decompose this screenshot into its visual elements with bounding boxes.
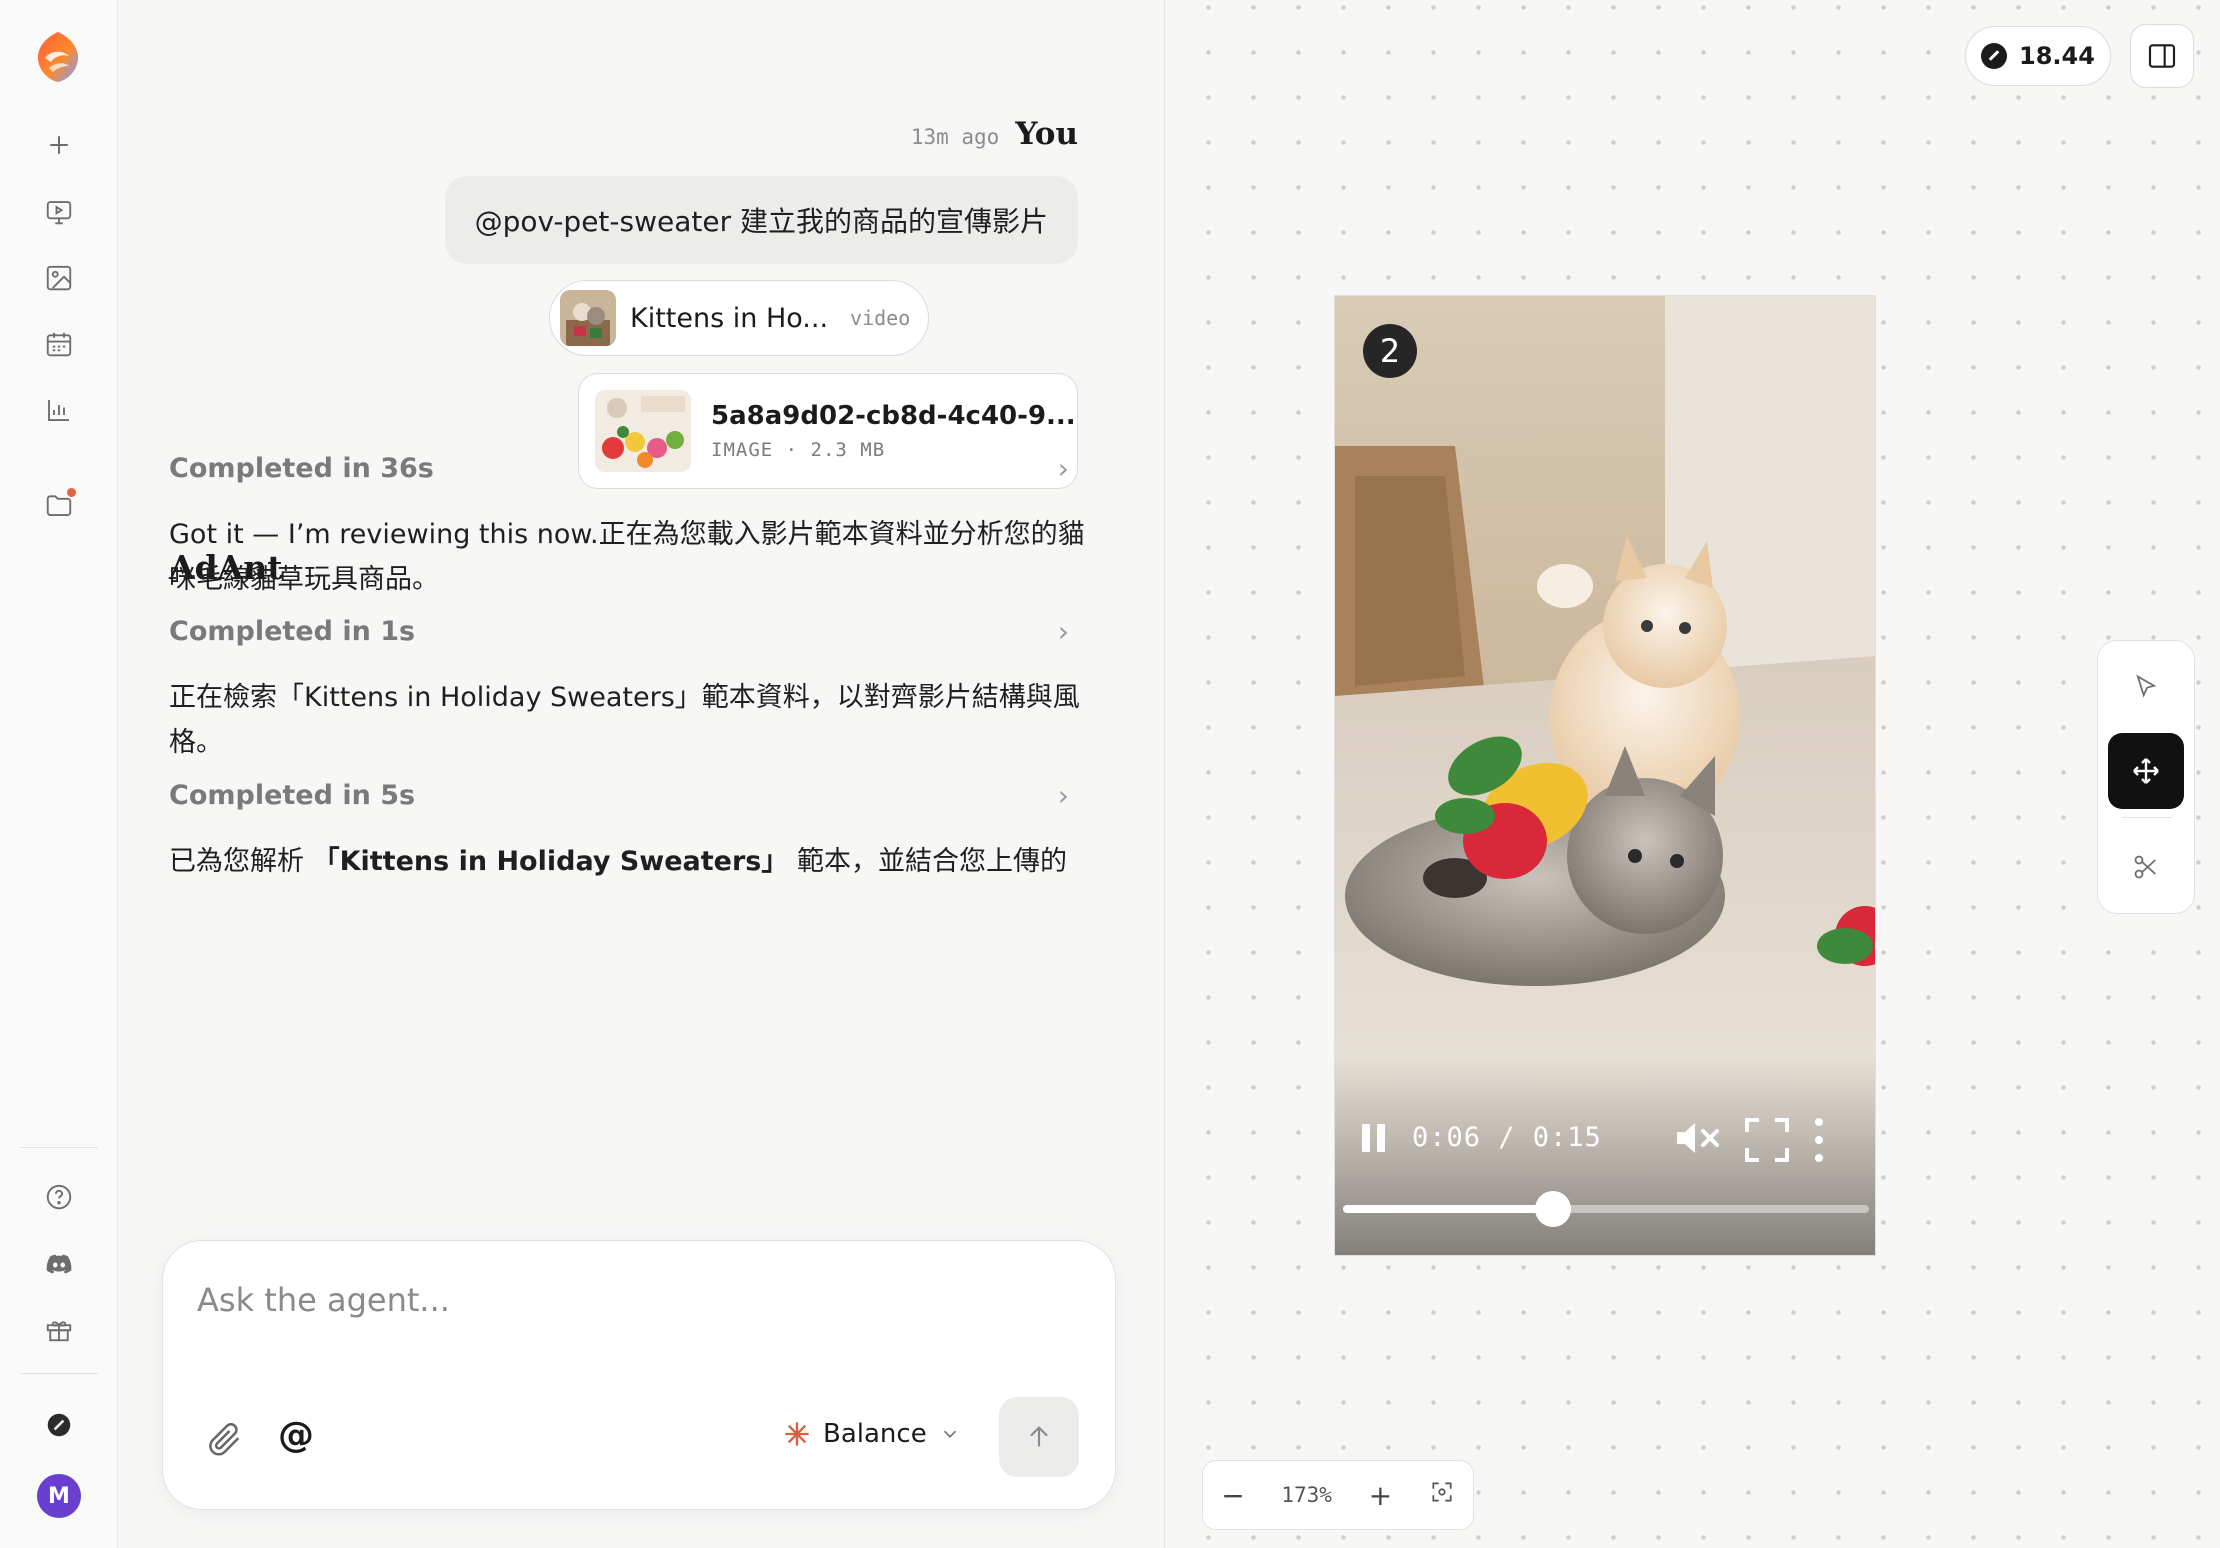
select-tool[interactable] — [2108, 649, 2184, 725]
agent-message-1: Got it — I’m reviewing this now.正在為您載入影片… — [169, 519, 1085, 595]
pause-button[interactable] — [1362, 1124, 1388, 1152]
agent-message-3: 已為您解析 「Kittens in Holiday Sweaters」 範本，並… — [169, 839, 1089, 884]
panel-toggle-button[interactable] — [2130, 24, 2194, 88]
chevron-right-icon: › — [1057, 779, 1069, 812]
paperclip-icon[interactable] — [205, 1419, 245, 1459]
cursor-icon — [2136, 674, 2157, 698]
mute-icon[interactable] — [1675, 1118, 1721, 1158]
user-avatar[interactable]: M — [37, 1474, 81, 1518]
mode-selector[interactable]: Balance — [783, 1419, 961, 1449]
video-player[interactable]: 2 0:06 / 0:15 — [1334, 295, 1876, 1256]
sidebar-panel-icon — [2148, 44, 2176, 68]
image-icon[interactable] — [40, 259, 78, 297]
mention-button[interactable]: @ — [278, 1415, 314, 1456]
folder-icon[interactable] — [40, 486, 78, 524]
toolbar-divider — [2122, 817, 2172, 818]
video-time: 0:06 / 0:15 — [1412, 1122, 1602, 1153]
chat-panel: 13m ago You @pov-pet-sweater 建立我的商品的宣傳影片… — [119, 0, 1165, 1548]
divider — [20, 1147, 98, 1148]
fullscreen-icon[interactable] — [1745, 1118, 1789, 1162]
chevron-right-icon: › — [1057, 452, 1069, 485]
composer[interactable]: Ask the agent... @ Balance — [162, 1240, 1116, 1510]
fit-to-screen-icon[interactable] — [1429, 1479, 1455, 1511]
attachment-title: Kittens in Ho... — [630, 302, 829, 334]
zoom-level: 173% — [1281, 1483, 1332, 1507]
cut-tool[interactable] — [2108, 829, 2184, 905]
sidebar: M — [0, 0, 118, 1548]
message-text: 已為您解析 — [169, 846, 313, 877]
scene-number-badge: 2 — [1363, 324, 1417, 378]
notification-dot — [67, 488, 76, 497]
video-studio-icon[interactable] — [40, 193, 78, 231]
message-text: 範本，並結合您上傳的 — [788, 846, 1067, 877]
user-message-header: 13m ago You — [911, 116, 1078, 152]
zoom-out-button[interactable]: − — [1221, 1479, 1244, 1512]
more-options-icon[interactable] — [1813, 1118, 1825, 1162]
zoom-control: − 173% + — [1202, 1460, 1474, 1530]
help-icon[interactable] — [40, 1178, 78, 1216]
zoom-in-button[interactable]: + — [1369, 1479, 1392, 1512]
analytics-icon[interactable] — [40, 391, 78, 429]
move-tool[interactable] — [2108, 733, 2184, 809]
sparkle-icon — [785, 1422, 809, 1446]
message-author: You — [1015, 116, 1078, 152]
step-label: Completed in 5s — [169, 780, 416, 811]
step-toggle-2[interactable]: Completed in 1s › — [169, 615, 1069, 648]
video-thumbnail — [560, 290, 616, 346]
scissors-icon — [2134, 855, 2156, 879]
user-message-bubble: @pov-pet-sweater 建立我的商品的宣傳影片 — [444, 176, 1078, 264]
template-name: 「Kittens in Holiday Sweaters」 — [312, 846, 789, 877]
new-icon[interactable] — [40, 126, 78, 164]
chevron-right-icon: › — [1057, 615, 1069, 648]
progress-fill — [1343, 1205, 1554, 1213]
chevron-down-icon — [943, 1430, 956, 1438]
step-label: Completed in 36s — [169, 453, 434, 484]
credits-icon[interactable] — [40, 1406, 78, 1444]
discord-icon[interactable] — [40, 1244, 78, 1282]
attachment-kind: video — [850, 306, 911, 330]
mode-label: Balance — [823, 1419, 927, 1449]
step-toggle-3[interactable]: Completed in 5s › — [169, 779, 1069, 812]
arrow-up-icon — [1030, 1426, 1048, 1447]
divider — [20, 1373, 98, 1374]
step-toggle-1[interactable]: Completed in 36s › — [169, 452, 1069, 485]
gift-icon[interactable] — [40, 1310, 78, 1348]
agent-message-2: 正在檢索「Kittens in Holiday Sweaters」範本資料，以對… — [169, 682, 1080, 758]
composer-input[interactable]: Ask the agent... — [197, 1281, 450, 1319]
send-button[interactable] — [999, 1397, 1079, 1477]
step-label: Completed in 1s — [169, 616, 416, 647]
calendar-icon[interactable] — [40, 325, 78, 363]
video-progress-slider[interactable] — [1343, 1191, 1869, 1227]
canvas-toolbar — [2097, 640, 2195, 914]
file-name: 5a8a9d02-cb8d-4c40-9... — [711, 401, 1076, 431]
app-logo[interactable] — [29, 28, 87, 86]
attachment-video-chip[interactable]: Kittens in Ho... video — [549, 280, 929, 356]
message-timestamp: 13m ago — [910, 125, 1000, 149]
video-controls-overlay — [1335, 1055, 1875, 1255]
credits-amount: 18.44 — [2019, 42, 2095, 70]
credits-badge[interactable]: 18.44 — [1965, 26, 2111, 86]
move-icon — [2133, 758, 2159, 784]
credits-icon — [1981, 43, 2008, 69]
